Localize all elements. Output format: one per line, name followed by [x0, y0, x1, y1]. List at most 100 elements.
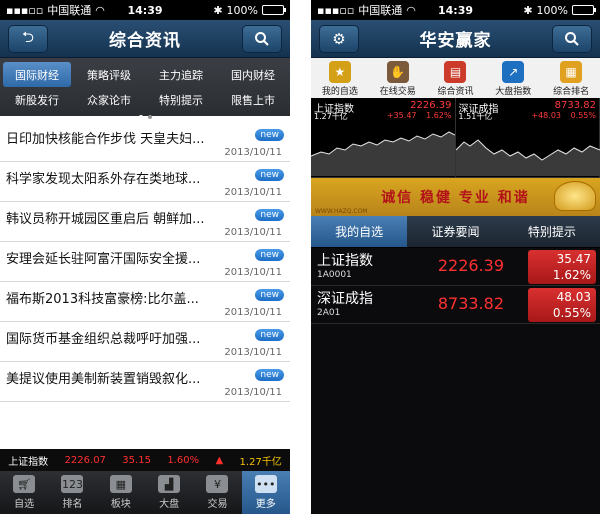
category-market-commentary[interactable]: 众家论市: [75, 87, 143, 112]
ticker-price: 2226.07: [64, 454, 106, 466]
category-restricted-listing[interactable]: 限售上市: [219, 87, 287, 112]
ranking-shortcut[interactable]: ▦ 综合排名: [553, 61, 589, 97]
right-phone-screen: ▪▪▪▫▫ 中国联通 ◠ 14:39 ✱ 100% ⚙ 华安赢家 ★ 我的自选 ✋ 在线交…: [311, 0, 600, 514]
list-item[interactable]: 日印加快核能合作步伐 天皇夫妇... new 2013/10/11: [0, 122, 290, 162]
news-date: 2013/10/11: [224, 187, 282, 198]
index-shortcut[interactable]: ↗ 大盘指数: [495, 61, 531, 97]
news-title: 美提议使用美制新装置销毁叙化...: [6, 372, 201, 387]
news-date: 2013/10/11: [224, 347, 282, 358]
tab-label: 大盘: [159, 499, 180, 510]
chart-change: +48.03: [531, 111, 561, 120]
new-badge: new: [255, 329, 284, 341]
my-favorites-shortcut[interactable]: ★ 我的自选: [322, 61, 358, 97]
quote-code: 2A01: [317, 308, 341, 318]
tab-ranking[interactable]: 123 排名: [48, 471, 96, 514]
new-badge: new: [255, 129, 284, 141]
battery-percent: 100%: [536, 3, 568, 17]
back-arrow-icon: ⮌: [21, 27, 34, 46]
tab-sectors[interactable]: ▦ 板块: [97, 471, 145, 514]
tab-label: 交易: [207, 499, 228, 510]
sparkline-sh: [311, 131, 455, 176]
list-item[interactable]: 美提议使用美制新装置销毁叙化... new 2013/10/11: [0, 362, 290, 402]
quote-change: 48.03: [556, 290, 591, 304]
quote-change-box: 48.03 0.55%: [528, 288, 596, 322]
status-bar: ▪▪▪▫▫ 中国联通 ◠ 14:39 ✱ 100%: [0, 0, 290, 20]
tab-bar: 🛒︎ 自选 123 排名 ▦ 板块 ▟ 大盘 ¥ 交易 ••• 更多: [0, 471, 290, 514]
banner-slogan: 诚信 稳健 专业 和谐: [381, 190, 530, 206]
list-item[interactable]: 福布斯2013科技富豪榜:比尔盖... new 2013/10/11: [0, 282, 290, 322]
quick-icon-bar: ★ 我的自选 ✋ 在线交易 ▤ 综合资讯 ↗ 大盘指数 ▦ 综合排名: [311, 58, 600, 98]
quote-change-box: 35.47 1.62%: [528, 250, 596, 284]
ticker-percent: 1.60%: [167, 454, 200, 466]
search-button[interactable]: [242, 25, 282, 53]
news-shortcut[interactable]: ▤ 综合资讯: [437, 61, 474, 97]
search-button[interactable]: [552, 25, 592, 53]
left-phone-screen: ▪▪▪▫▫ 中国联通 ◠ 14:39 ✱ 100% ⮌ 综合资讯 国际财经 策略评级 …: [0, 0, 290, 514]
category-domestic-finance[interactable]: 国内财经: [219, 62, 287, 87]
tab-special-notice[interactable]: 特别提示: [504, 216, 600, 247]
category-main-force[interactable]: 主力追踪: [147, 62, 215, 87]
list-item[interactable]: 韩议员称开城园区重启后 朝鲜加... new 2013/10/11: [0, 202, 290, 242]
shortcut-label: 大盘指数: [495, 87, 532, 97]
ad-banner[interactable]: 诚信 稳健 专业 和谐 WWW.HAZQ.COM: [311, 178, 600, 216]
tab-market[interactable]: ▟ 大盘: [145, 471, 193, 514]
sparkline-sz: [455, 139, 600, 176]
gold-ingot-icon: [554, 181, 596, 211]
tab-my-favorites[interactable]: 我的自选: [311, 216, 408, 247]
category-menu: 国际财经 策略评级 主力追踪 国内财经 新股发行 众家论市 特别提示 限售上市: [0, 58, 290, 119]
news-title: 国际货币基金组织总裁呼吁加强...: [6, 332, 201, 347]
nav-bar: ⚙ 华安赢家: [311, 20, 600, 58]
search-icon: [565, 32, 579, 46]
up-arrow-icon: ▲: [215, 454, 224, 466]
quote-change: 35.47: [556, 252, 591, 266]
category-ipo[interactable]: 新股发行: [3, 87, 71, 112]
news-date: 2013/10/11: [224, 227, 282, 238]
quote-price: 2226.39: [437, 256, 504, 275]
category-strategy-rating[interactable]: 策略评级: [75, 62, 143, 87]
shortcut-label: 综合资讯: [437, 87, 474, 97]
tab-favorites[interactable]: 🛒︎ 自选: [0, 471, 48, 514]
mini-chart-sz[interactable]: 深证成指 8733.82 1.51千亿 +48.03 0.55%: [455, 98, 600, 177]
search-icon: [255, 32, 269, 46]
signal-icon: ▪▪▪▫▫: [317, 3, 355, 17]
quote-row[interactable]: 深证成指 2A01 8733.82 48.03 0.55%: [311, 286, 600, 324]
app-title: 华安赢家: [419, 31, 492, 51]
list-item[interactable]: 安理会延长驻阿富汗国际安全援... new 2013/10/11: [0, 242, 290, 282]
new-badge: new: [255, 369, 284, 381]
battery-icon: [572, 5, 596, 15]
settings-button[interactable]: ⚙: [319, 25, 359, 53]
tab-securities-news[interactable]: 证券要闻: [407, 216, 503, 247]
category-intl-finance[interactable]: 国际财经: [3, 62, 71, 87]
new-badge: new: [255, 289, 284, 301]
chart-icon: ▟: [158, 475, 181, 493]
chart-price: 8733.82: [554, 100, 596, 111]
category-special-notice[interactable]: 特别提示: [147, 87, 215, 112]
shortcut-label: 我的自选: [321, 87, 358, 97]
gear-icon: ⚙: [332, 30, 346, 48]
online-trade-shortcut[interactable]: ✋ 在线交易: [380, 61, 416, 97]
news-title: 韩议员称开城园区重启后 朝鲜加...: [6, 212, 205, 227]
tab-more[interactable]: ••• 更多: [241, 471, 290, 514]
list-item[interactable]: 国际货币基金组织总裁呼吁加强... new 2013/10/11: [0, 322, 290, 362]
news-title: 日印加快核能合作步伐 天皇夫妇...: [6, 132, 205, 147]
new-badge: new: [255, 209, 284, 221]
chart-price: 2226.39: [410, 100, 452, 111]
quote-name: 上证指数: [317, 253, 373, 269]
trade-hand-icon: ✋: [386, 61, 409, 83]
tab-trade[interactable]: ¥ 交易: [193, 471, 241, 514]
tab-label: 板块: [110, 499, 131, 510]
quote-row[interactable]: 上证指数 1A0001 2226.39 35.47 1.62%: [311, 248, 600, 286]
news-icon: ▤: [444, 61, 467, 83]
index-ticker[interactable]: 上证指数 2226.07 35.15 1.60% ▲ 1.27千亿: [0, 449, 290, 471]
news-title: 福布斯2013科技富豪榜:比尔盖...: [6, 292, 199, 307]
back-button[interactable]: ⮌: [8, 25, 48, 53]
list-item[interactable]: 科学家发现太阳系外存在类地球... new 2013/10/11: [0, 162, 290, 202]
ticker-change: 35.15: [122, 454, 151, 466]
carrier-label: 中国联通: [358, 4, 403, 17]
mini-chart-sh[interactable]: 上证指数 2226.39 1.27千亿 +35.47 1.62%: [311, 98, 456, 177]
new-badge: new: [255, 169, 284, 181]
news-date: 2013/10/11: [224, 267, 282, 278]
nav-bar: ⮌ 综合资讯: [0, 20, 290, 58]
chart-change: +35.47: [386, 111, 417, 120]
wifi-icon: ◠: [406, 3, 416, 17]
